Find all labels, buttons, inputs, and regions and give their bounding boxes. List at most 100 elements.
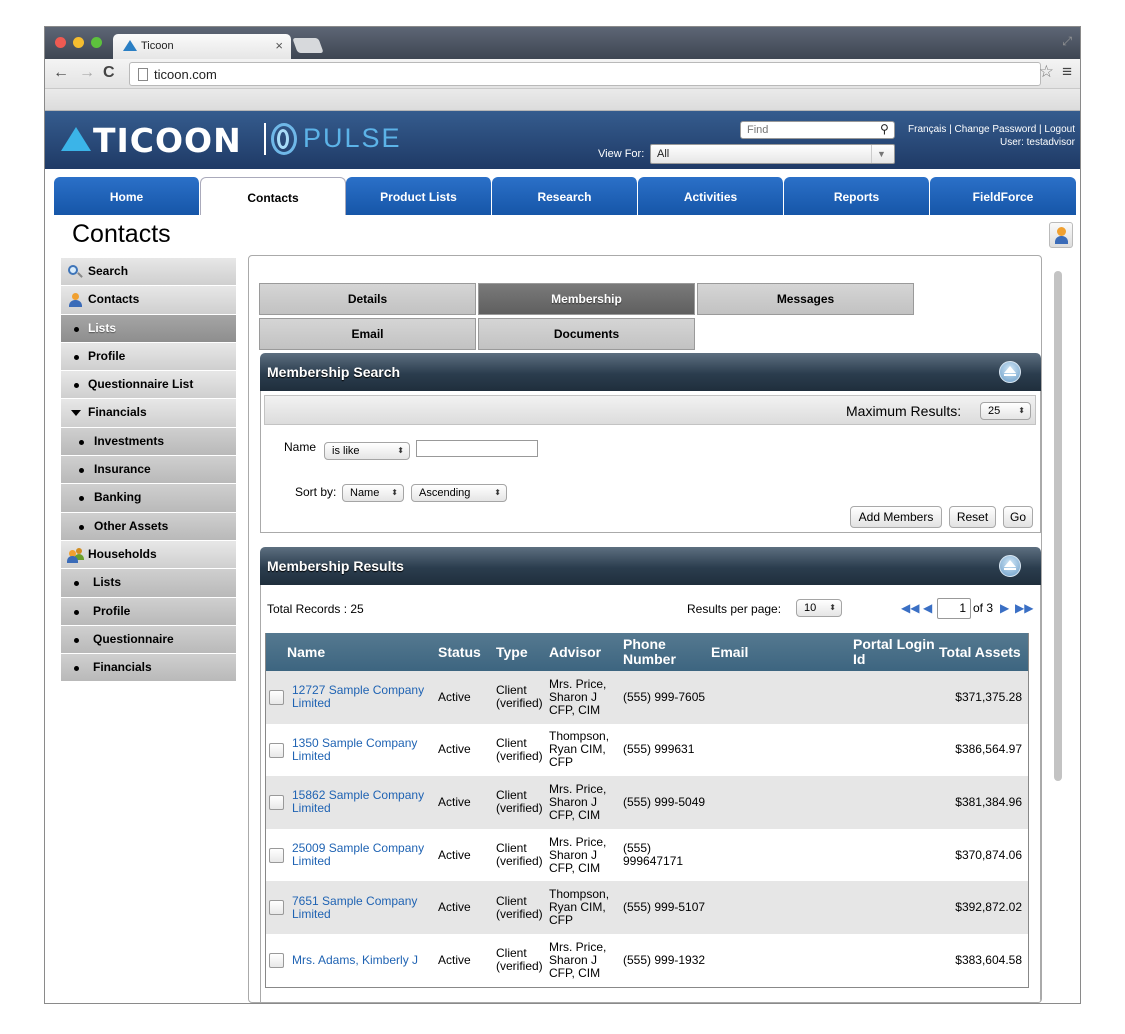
row-total-assets-text: $386,564.97: [955, 742, 1022, 757]
sidebar-item-banking[interactable]: Banking: [61, 484, 236, 513]
page-number-input[interactable]: 1: [937, 598, 971, 619]
row-name-link[interactable]: 12727 Sample Company Limited: [292, 671, 434, 724]
tab-research[interactable]: Research: [492, 177, 638, 215]
column-name[interactable]: Name: [287, 633, 325, 671]
row-name-link-text[interactable]: Mrs. Adams, Kimberly J: [292, 953, 418, 967]
next-page-icon[interactable]: ▶: [1000, 601, 1009, 615]
sidebar-item-household-financials[interactable]: Financials: [61, 654, 236, 683]
row-name-link-text[interactable]: 15862 Sample Company Limited: [292, 789, 434, 815]
results-per-page-select[interactable]: 10 ⬍: [796, 599, 842, 617]
row-name-link[interactable]: 1350 Sample Company Limited: [292, 724, 434, 777]
tab-fieldforce[interactable]: FieldForce: [930, 177, 1076, 215]
row-name-link[interactable]: 15862 Sample Company Limited: [292, 776, 434, 829]
tab-email[interactable]: Email: [259, 318, 476, 350]
bookmark-star-icon[interactable]: ☆: [1039, 62, 1054, 82]
last-page-icon[interactable]: ▶▶: [1015, 601, 1033, 615]
column-phone-number[interactable]: Phone Number: [623, 633, 703, 671]
column-advisor[interactable]: Advisor: [549, 633, 601, 671]
sidebar-item-investments[interactable]: Investments: [61, 427, 236, 457]
name-operator-select[interactable]: is like ⬍: [324, 442, 410, 460]
previous-page-icon[interactable]: ◀: [923, 601, 932, 615]
name-input[interactable]: [416, 440, 538, 457]
maximize-window-icon[interactable]: [91, 37, 102, 48]
sort-order-value: Ascending: [419, 487, 471, 499]
collapse-icon[interactable]: [999, 555, 1021, 577]
find-input[interactable]: [740, 121, 895, 139]
close-window-icon[interactable]: [55, 37, 66, 48]
sidebar-item-household-profile[interactable]: Profile: [61, 597, 236, 626]
tab-messages[interactable]: Messages: [697, 283, 914, 315]
row-checkbox[interactable]: [269, 690, 284, 705]
reload-icon[interactable]: C: [103, 63, 115, 83]
sort-field-select[interactable]: Name ⬍: [342, 484, 404, 502]
sidebar-item-questionnaire-list[interactable]: Questionnaire List: [61, 371, 236, 400]
sidebar-item-search[interactable]: Search: [61, 258, 236, 287]
forward-arrow-icon[interactable]: →: [79, 63, 95, 83]
content-scrollbar[interactable]: [1051, 259, 1065, 999]
tab-contacts[interactable]: Contacts: [200, 177, 346, 215]
membership-search-header[interactable]: Membership Search: [260, 353, 1041, 391]
table-row[interactable]: 1350 Sample Company Limited Active Client …: [266, 724, 1028, 777]
search-icon[interactable]: ⚲: [880, 122, 889, 136]
go-button[interactable]: Go: [1003, 506, 1033, 528]
row-name-link[interactable]: 7651 Sample Company Limited: [292, 881, 434, 934]
row-checkbox[interactable]: [269, 900, 284, 916]
column-status[interactable]: Status: [438, 633, 481, 671]
table-row[interactable]: Mrs. Adams, Kimberly J Active Client (veri…: [266, 934, 1028, 987]
first-page-icon[interactable]: ◀◀: [901, 601, 919, 615]
tab-membership[interactable]: Membership: [478, 283, 695, 315]
tab-reports[interactable]: Reports: [784, 177, 930, 215]
row-name-link-text[interactable]: 25009 Sample Company Limited: [292, 842, 434, 868]
table-row[interactable]: 25009 Sample Company Limited Active Client…: [266, 829, 1028, 882]
sort-order-select[interactable]: Ascending ⬍: [411, 484, 507, 502]
sidebar-item-household-questionnaire[interactable]: Questionnaire: [61, 625, 236, 655]
address-bar[interactable]: ticoon.com: [129, 62, 1041, 86]
max-results-select[interactable]: 25 ⬍: [980, 402, 1031, 420]
row-checkbox[interactable]: [269, 742, 284, 758]
reset-button[interactable]: Reset: [949, 506, 996, 528]
column-total-assets[interactable]: Total Assets: [939, 633, 1021, 671]
sidebar-item-insurance[interactable]: Insurance: [61, 456, 236, 485]
browser-tab[interactable]: Ticoon ×: [113, 34, 291, 59]
table-row[interactable]: 15862 Sample Company Limited Active Client…: [266, 776, 1028, 829]
membership-results-header[interactable]: Membership Results: [260, 547, 1041, 585]
row-name-link[interactable]: 25009 Sample Company Limited: [292, 829, 434, 882]
fullscreen-icon[interactable]: ⤢: [1062, 34, 1072, 49]
sidebar-item-financials[interactable]: Financials: [61, 399, 236, 428]
column-portal-login-id[interactable]: Portal Login Id: [853, 633, 937, 671]
sidebar-item-household-lists[interactable]: Lists: [61, 569, 236, 598]
tab-home[interactable]: Home: [54, 177, 200, 215]
sidebar-item-households[interactable]: Households: [61, 540, 236, 570]
row-name-link[interactable]: Mrs. Adams, Kimberly J: [292, 934, 434, 987]
browser-menu-icon[interactable]: ≡: [1062, 62, 1072, 82]
account-links[interactable]: Français | Change Password | Logout: [908, 123, 1075, 136]
new-tab-button[interactable]: [292, 38, 324, 53]
row-checkbox[interactable]: [269, 847, 284, 863]
back-arrow-icon[interactable]: ←: [53, 63, 69, 83]
tab-activities[interactable]: Activities: [638, 177, 784, 215]
row-checkbox[interactable]: [269, 795, 284, 811]
row-name-link-text[interactable]: 1350 Sample Company Limited: [292, 736, 434, 763]
row-name-link-text[interactable]: 7651 Sample Company Limited: [292, 894, 434, 921]
column-email[interactable]: Email: [711, 633, 748, 671]
tab-documents[interactable]: Documents: [478, 318, 695, 350]
column-type[interactable]: Type: [496, 633, 528, 671]
close-tab-icon[interactable]: ×: [275, 38, 283, 53]
sidebar-item-contacts[interactable]: Contacts: [61, 286, 236, 315]
tab-product-lists[interactable]: Product Lists: [346, 177, 492, 215]
collapse-icon[interactable]: [999, 361, 1021, 383]
row-checkbox[interactable]: [269, 952, 284, 968]
tab-details[interactable]: Details: [259, 283, 476, 315]
add-members-button[interactable]: Add Members: [850, 506, 942, 528]
sidebar-item-lists[interactable]: Lists: [61, 314, 236, 343]
table-row[interactable]: 12727 Sample Company Limited Active Client…: [266, 671, 1028, 724]
view-for-select[interactable]: All ▼: [650, 144, 895, 164]
table-row[interactable]: 7651 Sample Company Limited Active Client …: [266, 881, 1028, 934]
scrollbar-thumb[interactable]: [1054, 271, 1062, 781]
minimize-window-icon[interactable]: [73, 37, 84, 48]
url-text[interactable]: ticoon.com: [154, 67, 217, 82]
user-profile-button[interactable]: [1049, 222, 1073, 248]
sidebar-item-profile[interactable]: Profile: [61, 342, 236, 372]
sidebar-item-other-assets[interactable]: Other Assets: [61, 512, 236, 541]
row-name-link-text[interactable]: 12727 Sample Company Limited: [292, 684, 434, 710]
